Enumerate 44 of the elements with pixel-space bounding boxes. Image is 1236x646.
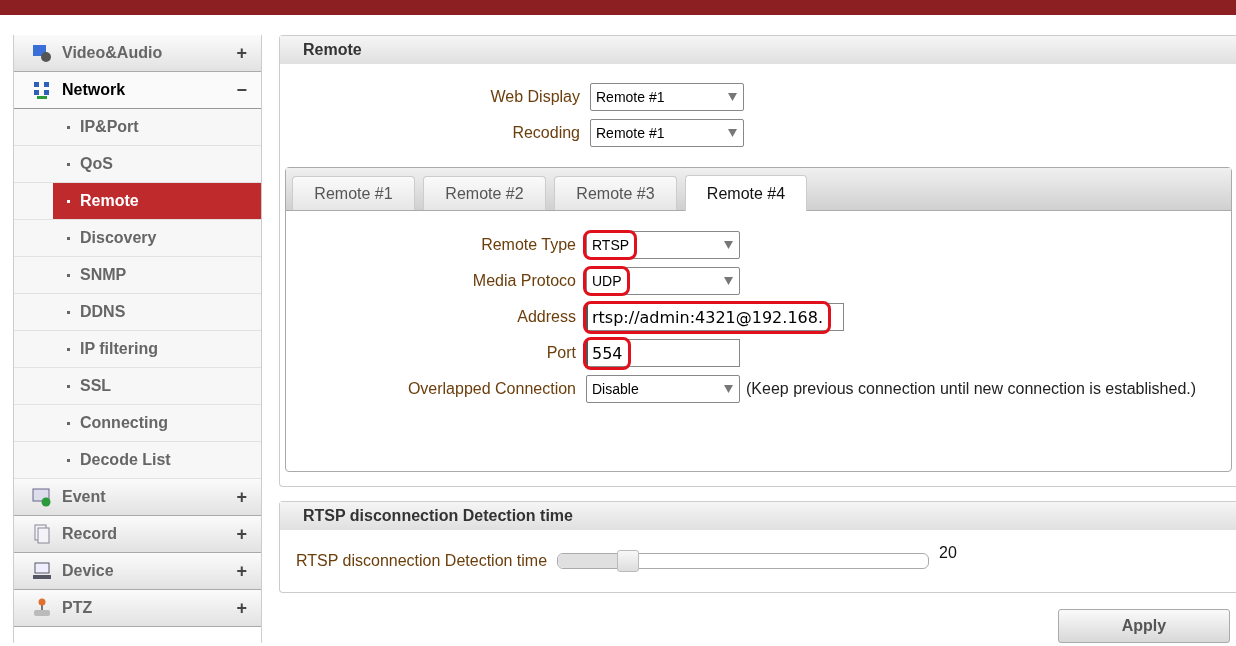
field-label: Media Protoco	[472, 272, 576, 290]
field-label: Web Display	[490, 88, 580, 106]
field-label: Address	[517, 308, 576, 326]
document-icon	[32, 524, 52, 544]
hint-text: (Keep previous connection until new connection is established.)	[746, 380, 1197, 398]
tab[interactable]: Remote #2	[423, 176, 546, 210]
apply-button[interactable]: Apply	[1058, 609, 1230, 643]
dropdown[interactable]: Disable	[586, 375, 740, 403]
field-label: Port	[546, 344, 576, 362]
slider-value: 20	[939, 544, 957, 562]
input-field[interactable]: rtsp://admin:4321@192.168.	[586, 303, 844, 331]
field-label: Recoding	[512, 124, 580, 142]
field-label: Remote Type	[481, 236, 576, 254]
window-play-icon	[32, 487, 52, 507]
sidebar-section[interactable]: Record +	[14, 516, 261, 553]
slider-thumb[interactable]	[617, 550, 640, 572]
joystick-icon	[32, 598, 52, 618]
sidebar-section[interactable]: Device +	[14, 553, 261, 590]
dropdown[interactable]: Remote #1	[590, 119, 744, 147]
panel-title: RTSP disconnection Detection time	[280, 502, 1236, 530]
video-camera-icon	[32, 43, 52, 63]
field-label: Overlapped Connection	[407, 380, 576, 398]
slider-track[interactable]	[557, 553, 930, 569]
sidebar-section[interactable]: Network −	[14, 72, 261, 109]
computer-icon	[32, 561, 52, 581]
tab[interactable]: Remote #1	[292, 176, 415, 210]
tab[interactable]: Remote #4	[685, 175, 807, 211]
caret-icon	[724, 277, 733, 285]
network-icon	[32, 80, 52, 100]
caret-icon	[724, 385, 733, 393]
caret-icon	[728, 93, 737, 101]
panel-title: Remote	[280, 36, 1236, 64]
caret-icon	[724, 241, 733, 249]
sidebar-section[interactable]: Video&Audio +	[14, 35, 261, 72]
sidebar-section[interactable]: Event +	[14, 479, 261, 516]
dropdown[interactable]: UDP	[586, 267, 740, 295]
sidebar-item[interactable]: Remote	[53, 183, 261, 219]
dropdown[interactable]: RTSP	[586, 231, 740, 259]
tab[interactable]: Remote #3	[554, 176, 677, 210]
input-field[interactable]: 554	[586, 339, 740, 367]
caret-icon	[728, 129, 737, 137]
slider-label: RTSP disconnection Detection time	[296, 552, 548, 570]
sidebar-section[interactable]: PTZ +	[14, 590, 261, 627]
dropdown[interactable]: Remote #1	[590, 83, 744, 111]
